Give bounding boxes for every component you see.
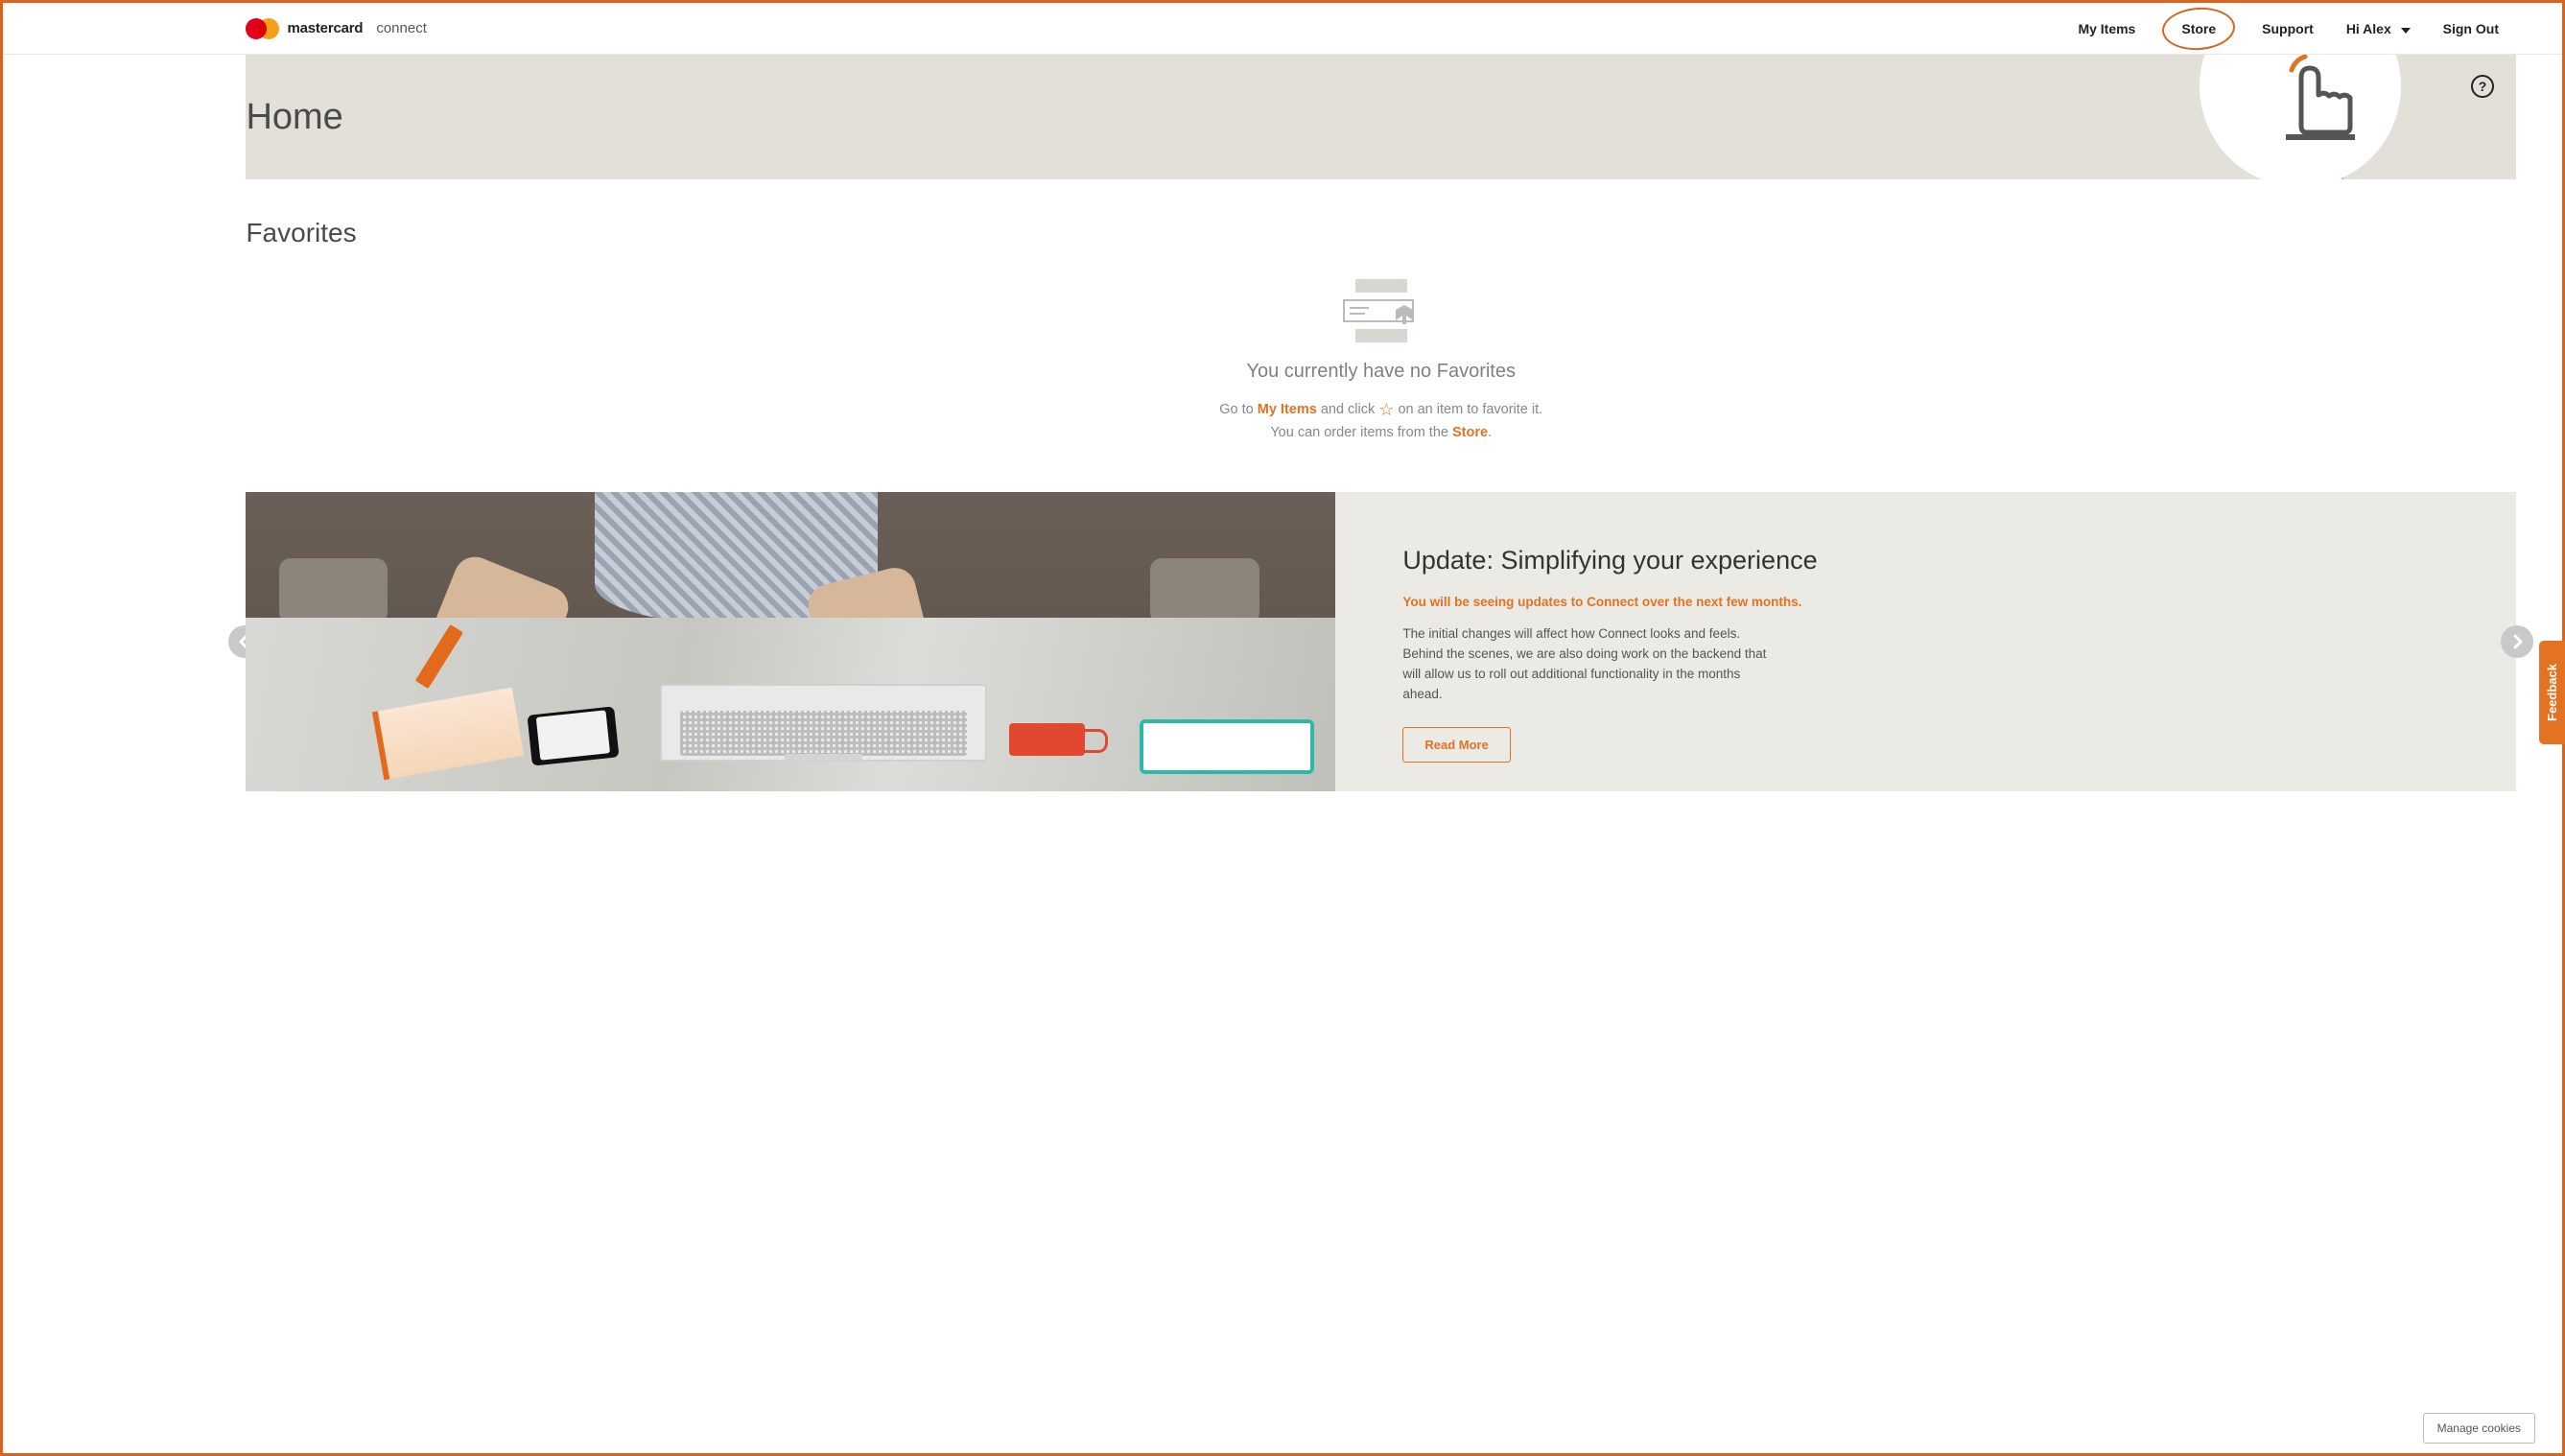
nav-my-items[interactable]: My Items — [2078, 21, 2135, 36]
hand-tap-icon — [2257, 55, 2372, 149]
news-carousel: Update: Simplifying your experience You … — [246, 492, 2516, 791]
manage-cookies-button[interactable]: Manage cookies — [2423, 1413, 2535, 1444]
nav-sign-out[interactable]: Sign Out — [2443, 21, 2499, 36]
slide-body-text: The initial changes will affect how Conn… — [1402, 624, 1767, 705]
slide-subtitle: You will be seeing updates to Connect ov… — [1402, 595, 2430, 609]
mastercard-logo-icon — [246, 18, 279, 39]
link-my-items[interactable]: My Items — [1258, 402, 1317, 417]
favorites-empty-title: You currently have no Favorites — [246, 356, 2516, 387]
favorites-empty-line1: Go to My Items and click ☆ on an item to… — [246, 394, 2516, 422]
hero: Home ? — [3, 55, 2562, 179]
chevron-down-icon — [2401, 28, 2411, 34]
feedback-tab[interactable]: Feedback — [2539, 641, 2565, 744]
brand-sub: connect — [376, 20, 427, 36]
help-icon: ? — [2470, 74, 2495, 99]
favorites-title: Favorites — [246, 218, 2516, 248]
favorites-empty-state: You currently have no Favorites Go to My… — [246, 277, 2516, 444]
brand-name: mastercard — [287, 20, 363, 36]
carousel-next-button[interactable] — [2501, 625, 2533, 658]
slide-title: Update: Simplifying your experience — [1402, 545, 2430, 577]
brand[interactable]: mastercard connect — [246, 18, 426, 39]
carousel-slide: Update: Simplifying your experience You … — [246, 492, 2516, 791]
read-more-button[interactable]: Read More — [1402, 727, 1510, 763]
chevron-right-icon — [2509, 634, 2525, 649]
svg-text:?: ? — [2479, 79, 2487, 94]
help-button[interactable]: ? — [2470, 74, 2495, 99]
empty-list-icon — [1338, 277, 1424, 346]
slide-image — [246, 492, 1335, 791]
link-store[interactable]: Store — [1452, 425, 1488, 440]
nav-user-menu[interactable]: Hi Alex — [2346, 21, 2411, 36]
nav-greeting: Hi Alex — [2346, 21, 2391, 36]
top-nav: mastercard connect My Items Store Suppor… — [3, 3, 2562, 55]
star-icon: ☆ — [1378, 400, 1394, 419]
hero-art — [2190, 55, 2516, 179]
page-title: Home — [246, 97, 342, 138]
nav-store[interactable]: Store — [2168, 15, 2229, 42]
favorites-empty-line2: You can order items from the Store. — [246, 422, 2516, 444]
nav-support[interactable]: Support — [2262, 21, 2314, 36]
